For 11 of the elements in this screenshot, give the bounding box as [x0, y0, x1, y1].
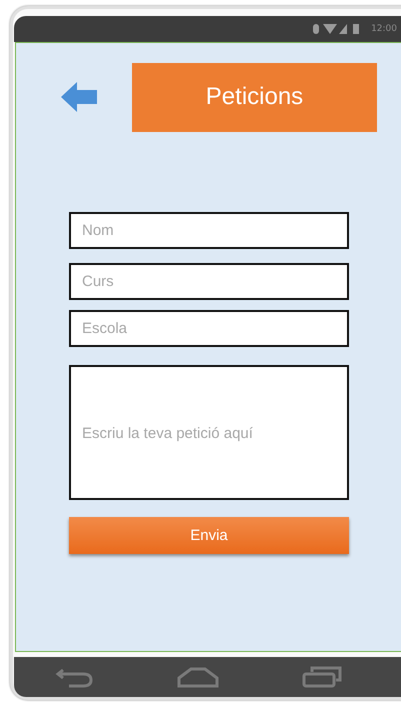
- title-banner: Peticions: [132, 62, 377, 132]
- text-field[interactable]: Nom: [69, 212, 349, 249]
- text-field[interactable]: Escola: [69, 310, 349, 347]
- back-arrow-icon[interactable]: [60, 80, 98, 114]
- text-field[interactable]: Curs: [69, 262, 349, 300]
- message-field[interactable]: Escriu la teva petició aquí: [69, 364, 349, 500]
- home-icon[interactable]: [177, 666, 220, 688]
- back-icon[interactable]: [55, 666, 96, 688]
- send-button[interactable]: Envia: [69, 516, 349, 554]
- status-time: 12:00: [371, 24, 397, 34]
- recent-apps-icon[interactable]: [302, 666, 342, 688]
